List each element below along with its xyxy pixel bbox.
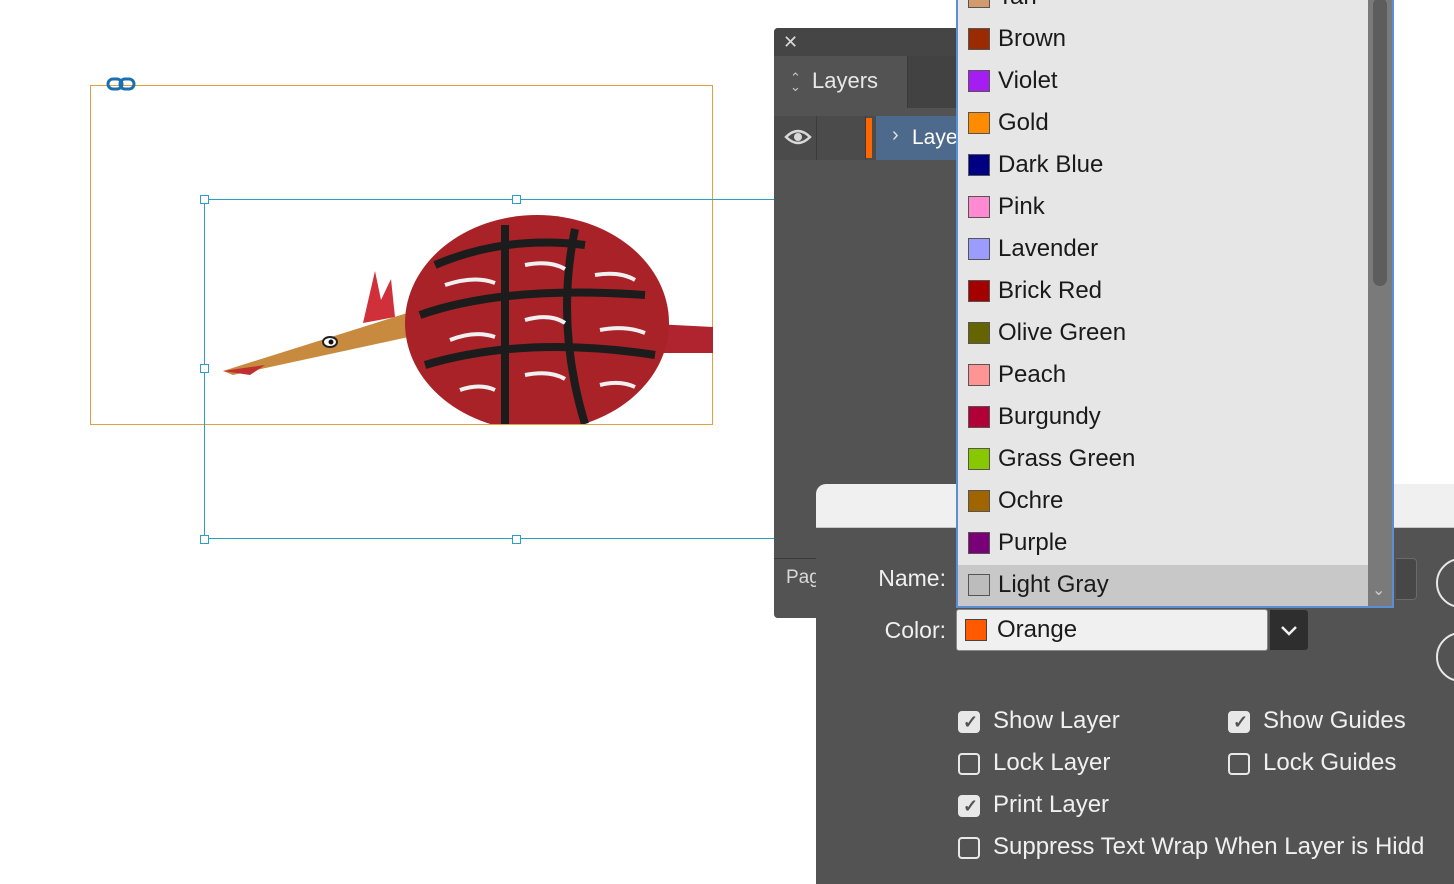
color-swatch — [968, 112, 990, 134]
color-option[interactable]: Violet — [958, 61, 1368, 103]
color-option-label: Lavender — [998, 235, 1099, 262]
color-option-label: Peach — [998, 361, 1067, 388]
color-swatch — [968, 574, 990, 596]
checkbox-label: Lock Layer — [993, 749, 1111, 776]
color-option[interactable]: Pink — [958, 187, 1368, 229]
tab-layers-label: Layers — [812, 68, 879, 93]
color-option-label: Purple — [998, 529, 1068, 556]
color-option[interactable]: Tan — [958, 0, 1368, 19]
color-option[interactable]: Peach — [958, 355, 1368, 397]
layer-name: Laye — [912, 126, 958, 149]
ok-button[interactable] — [1436, 558, 1454, 608]
color-option[interactable]: Gold — [958, 103, 1368, 145]
color-swatch — [968, 532, 990, 554]
checkbox-label: Lock Guides — [1263, 749, 1397, 776]
checkbox-box[interactable] — [1228, 753, 1250, 775]
resize-handle-top-left[interactable] — [200, 195, 209, 204]
color-option-label: Burgundy — [998, 403, 1101, 430]
color-swatch — [968, 448, 990, 470]
visibility-toggle[interactable] — [776, 116, 817, 160]
color-option[interactable]: Light Gray — [958, 565, 1368, 606]
color-option[interactable]: Burgundy — [958, 397, 1368, 439]
color-swatch — [968, 70, 990, 92]
color-swatch — [968, 280, 990, 302]
color-option[interactable]: Lavender — [958, 229, 1368, 271]
color-select-arrow[interactable] — [1270, 610, 1308, 650]
color-label: Color: — [884, 617, 946, 643]
color-swatch — [968, 28, 990, 50]
color-swatch — [968, 364, 990, 386]
color-option-label: Brown — [998, 25, 1067, 52]
bird-figurine-image — [223, 215, 713, 424]
color-option-label: Brick Red — [998, 277, 1103, 304]
checkbox-box[interactable] — [958, 753, 980, 775]
checkbox-label: Show Layer — [993, 707, 1120, 734]
color-dropdown-list[interactable]: ⌄ Tan Brown Violet Gold Dark Blue Pink Lavende… — [956, 0, 1394, 608]
panel-title-bar: ✕ — [774, 28, 974, 56]
resize-handle-bottom-left[interactable] — [200, 535, 209, 544]
checkbox-box[interactable]: ✓ — [958, 795, 980, 817]
color-swatch — [968, 322, 990, 344]
up-down-arrows-icon: ⌃ ⌄ — [790, 70, 801, 94]
checkbox-label: Suppress Text Wrap When Layer is Hidd — [993, 833, 1425, 860]
color-select[interactable]: Orange — [956, 609, 1308, 651]
close-icon[interactable]: ✕ — [783, 33, 798, 51]
tab-layers[interactable]: ⌃ ⌄ Layers — [774, 56, 908, 108]
checkbox-label: Print Layer — [993, 791, 1110, 818]
resize-handle-top-center[interactable] — [512, 195, 521, 204]
chevron-down-icon[interactable]: ⌄ — [1372, 580, 1385, 600]
color-option-label: Grass Green — [998, 445, 1136, 472]
link-icon[interactable] — [106, 75, 136, 93]
dropdown-scrollbar[interactable]: ⌄ — [1368, 0, 1392, 606]
name-label: Name: — [878, 565, 946, 591]
color-option-label: Dark Blue — [998, 151, 1104, 178]
checkbox-box[interactable]: ✓ — [958, 711, 980, 733]
color-option[interactable]: Brick Red — [958, 271, 1368, 313]
color-swatch — [968, 196, 990, 218]
dropdown-scroll-thumb[interactable] — [1373, 0, 1387, 286]
chevron-down-icon — [1281, 626, 1297, 636]
footer-status-label: Pag — [786, 567, 820, 588]
color-option[interactable]: Ochre — [958, 481, 1368, 523]
color-option[interactable]: Purple — [958, 523, 1368, 565]
lock-toggle[interactable] — [817, 116, 866, 160]
color-option-label: Olive Green — [998, 319, 1127, 346]
color-option-label: Light Gray — [998, 571, 1109, 598]
resize-handle-bottom-center[interactable] — [512, 535, 521, 544]
color-swatch — [968, 154, 990, 176]
color-swatch — [968, 406, 990, 428]
color-swatch — [968, 490, 990, 512]
color-swatch — [965, 619, 987, 641]
checkbox-box[interactable]: ✓ — [1228, 711, 1250, 733]
name-input[interactable] — [1396, 558, 1417, 600]
color-option-label: Gold — [998, 109, 1049, 136]
color-swatch — [968, 238, 990, 260]
color-option-label: Violet — [998, 67, 1058, 94]
checkbox-box[interactable] — [958, 837, 980, 859]
color-option[interactable]: Olive Green — [958, 313, 1368, 355]
color-option[interactable]: Grass Green — [958, 439, 1368, 481]
checkbox-label: Show Guides — [1263, 707, 1406, 734]
color-option-label: Tan — [998, 0, 1037, 11]
layer-color-indicator — [866, 118, 872, 158]
chevron-right-icon[interactable]: › — [892, 124, 899, 147]
color-swatch — [968, 0, 990, 8]
color-select-value: Orange — [997, 616, 1078, 643]
layer-row[interactable]: › Laye — [774, 116, 974, 160]
color-option-label: Pink — [998, 193, 1045, 220]
color-option[interactable]: Brown — [958, 19, 1368, 61]
color-option-label: Ochre — [998, 487, 1064, 514]
cancel-button[interactable] — [1436, 632, 1454, 682]
eye-icon — [784, 129, 812, 145]
color-option[interactable]: Dark Blue — [958, 145, 1368, 187]
